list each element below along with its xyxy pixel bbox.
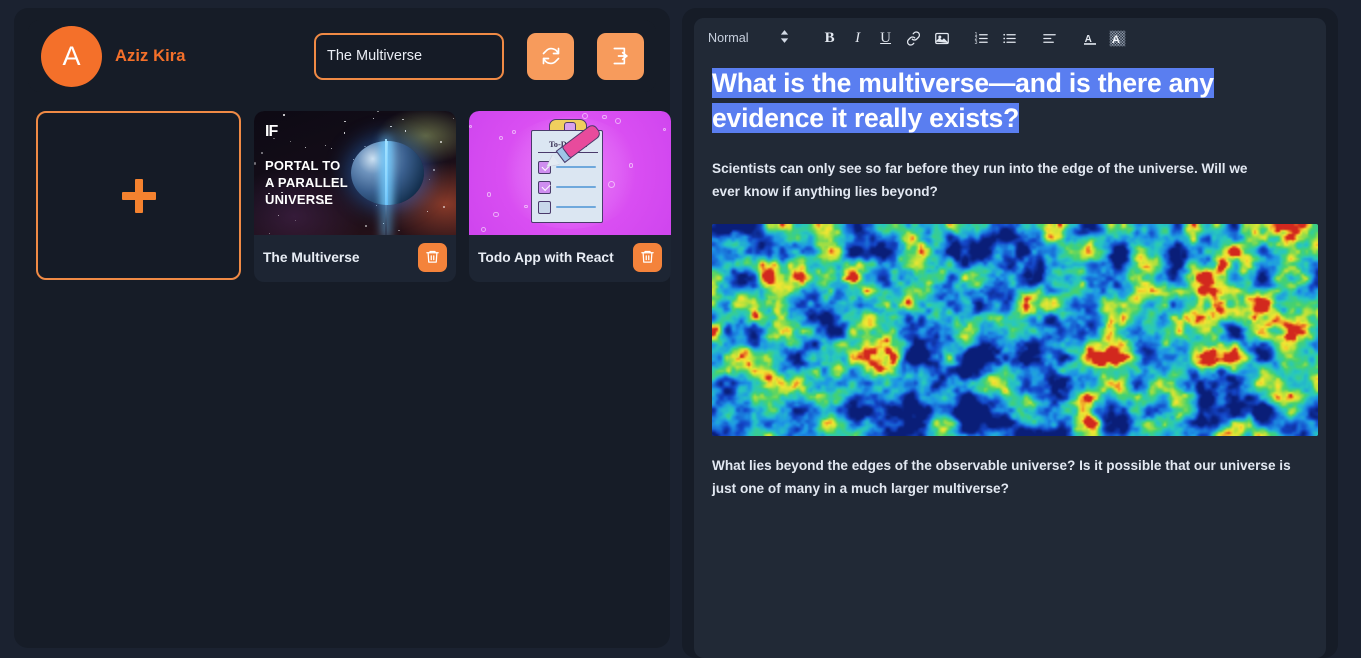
projects-grid: IF PORTAL TO A PARALLEL UNIVERSE The Multi… (28, 111, 671, 282)
link-icon (906, 30, 921, 46)
thumbnail-list-row (538, 201, 598, 214)
thumbnail-caption: PORTAL TO A PARALLEL UNIVERSE (265, 158, 348, 208)
refresh-button[interactable] (527, 32, 574, 80)
svg-text:3: 3 (975, 40, 978, 46)
project-thumbnail-multiverse: IF PORTAL TO A PARALLEL UNIVERSE (254, 111, 456, 235)
bold-button[interactable]: B (816, 25, 844, 51)
plus-icon (121, 178, 156, 213)
editor-shell: Normal B I U 1 2 3 A A What is the multi… (694, 18, 1326, 658)
document-figure (712, 223, 1318, 436)
thumbnail-badge: IF (265, 123, 278, 140)
format-select-value: Normal (708, 31, 749, 45)
thumbnail-text-line (556, 166, 596, 168)
align-left-button[interactable] (1036, 25, 1064, 51)
logout-button[interactable] (597, 32, 644, 80)
link-button[interactable] (900, 25, 928, 51)
delete-project-button[interactable] (418, 243, 447, 272)
delete-project-button[interactable] (633, 243, 662, 272)
refresh-icon (541, 46, 561, 66)
thumbnail-text-line (556, 206, 596, 208)
thumbnail-checkbox (538, 201, 551, 214)
text-color-button[interactable]: A (1076, 25, 1104, 51)
bullet-list-button[interactable] (996, 25, 1024, 51)
project-thumbnail-todo: To-Do List (469, 111, 671, 235)
svg-text:A: A (1112, 33, 1120, 45)
clear-format-button[interactable]: A (1104, 25, 1132, 51)
avatar[interactable]: A (42, 26, 101, 86)
italic-icon: I (855, 29, 861, 46)
bold-icon: B (824, 29, 835, 46)
italic-button[interactable]: I (844, 25, 872, 51)
trash-icon (425, 249, 440, 267)
thumbnail-planet (351, 141, 424, 205)
underline-icon: U (880, 29, 892, 46)
project-card-footer: Todo App with React (469, 235, 671, 276)
trash-icon (640, 249, 655, 267)
ordered-list-button[interactable]: 1 2 3 (968, 25, 996, 51)
underline-button[interactable]: U (872, 25, 900, 51)
cmb-map-image (712, 223, 1318, 436)
text-color-icon: A (1082, 30, 1098, 47)
project-card-title: Todo App with React (478, 250, 614, 265)
project-card-footer: The Multiverse (254, 235, 456, 276)
user-name: Aziz Kira (115, 46, 186, 65)
project-card-todo[interactable]: To-Do List (469, 111, 671, 282)
editor-toolbar: Normal B I U 1 2 3 A A (694, 18, 1326, 58)
document-heading: What is the multiverse—and is there any … (712, 68, 1214, 134)
thumbnail-checkbox (538, 181, 551, 194)
thumbnail-text-line (556, 186, 596, 188)
document-lede: Scientists can only see so far before th… (712, 161, 1248, 200)
align-left-icon (1041, 31, 1058, 46)
format-select[interactable]: Normal (708, 29, 790, 47)
app-root: A Aziz Kira The Multiverse IF PORTAL TO … (0, 0, 1361, 658)
document-caption: What lies beyond the edges of the observ… (712, 457, 1291, 496)
project-card-multiverse[interactable]: IF PORTAL TO A PARALLEL UNIVERSE The Multi… (254, 111, 456, 282)
logout-icon (611, 46, 631, 66)
ordered-list-icon: 1 2 3 (973, 31, 990, 46)
user-header: A Aziz Kira (28, 20, 656, 92)
bullet-list-icon (1001, 31, 1018, 46)
clear-format-icon: A (1109, 30, 1126, 47)
thumbnail-light-beam (385, 139, 387, 235)
image-button[interactable] (928, 25, 956, 51)
editor-panel: Normal B I U 1 2 3 A A What is the multi… (682, 8, 1338, 658)
image-icon (934, 31, 950, 46)
project-title-input[interactable] (314, 32, 504, 80)
add-project-card[interactable] (36, 111, 241, 280)
chevron-updown-icon (779, 29, 790, 47)
editor-document[interactable]: What is the multiverse—and is there any … (694, 58, 1326, 658)
project-card-title: The Multiverse (263, 250, 360, 265)
thumbnail-list-row (538, 181, 598, 194)
projects-panel: A Aziz Kira The Multiverse IF PORTAL TO … (14, 8, 671, 648)
